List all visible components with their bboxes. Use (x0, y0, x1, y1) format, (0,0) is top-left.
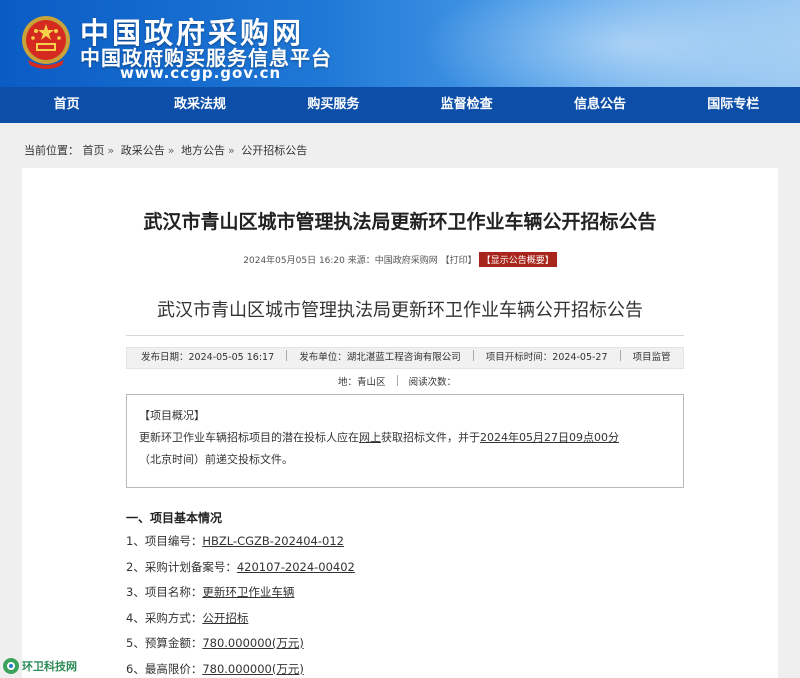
location-label-b: 地： (338, 377, 358, 388)
list-item: 1、项目编号：HBZL-CGZB-202404-012 (126, 533, 355, 559)
summary-online-link: 网上 (359, 431, 381, 444)
notice-datetime: 2024年05月05日 16:20 (243, 256, 345, 266)
nav-item-supervision[interactable]: 监督检查 (400, 87, 533, 123)
breadcrumb-separator: » (227, 144, 235, 157)
item-value: 更新环卫作业车辆 (202, 585, 295, 599)
breadcrumb-home[interactable]: 首页 (83, 144, 105, 157)
open-time-label: 项目开标时间： (485, 352, 553, 363)
item-label: 2、采购计划备案号： (126, 559, 237, 574)
watermark-logo-icon (3, 658, 19, 674)
breadcrumb-current[interactable]: 公开招标公告 (241, 144, 307, 157)
main-nav: 首页 政采法规 购买服务 监督检查 信息公告 国际专栏 (0, 87, 800, 123)
info-bar: 发布日期：2024-05-05 16:17 发布单位：湖北湛蓝工程咨询有限公司 … (126, 347, 684, 369)
item-value: 公开招标 (202, 610, 249, 625)
header-glow (420, 0, 800, 87)
summary-heading: 【项目概况】 (139, 409, 205, 422)
divider (126, 335, 684, 336)
location: 青山区 (357, 377, 386, 388)
breadcrumb-separator: » (167, 144, 175, 157)
info-bar-continued: 地：青山区 阅读次数： (338, 374, 456, 388)
publisher: 湖北湛蓝工程咨询有限公司 (346, 352, 461, 363)
item-label: 6、最高限价： (126, 661, 203, 676)
nav-item-home[interactable]: 首页 (0, 87, 133, 123)
item-label: 1、项目编号： (126, 534, 203, 548)
info-separator (472, 350, 474, 361)
section-heading: 一、项目基本情况 (126, 511, 223, 525)
list-item: 3、项目名称：更新环卫作业车辆 (126, 584, 355, 610)
nav-item-announcements[interactable]: 信息公告 (533, 87, 666, 123)
watermark-text: 环卫科技网 (22, 660, 77, 673)
list-item: 2、采购计划备案号：420107-2024-00402 (126, 559, 355, 585)
item-label: 4、采购方式： (126, 610, 203, 625)
notice-source-label: 来源： (347, 256, 375, 266)
item-value: 780.000000(万元) (202, 636, 304, 650)
notice-sub-title: 武汉市青山区城市管理执法局更新环卫作业车辆公开招标公告 (157, 300, 643, 321)
breadcrumb-notices[interactable]: 政采公告 (121, 144, 165, 157)
notice-title: 武汉市青山区城市管理执法局更新环卫作业车辆公开招标公告 (143, 211, 657, 233)
breadcrumb-label: 当前位置： (24, 144, 79, 157)
location-label-a: 项目监管 (632, 352, 671, 363)
breadcrumb-local[interactable]: 地方公告 (181, 144, 225, 157)
item-label: 3、项目名称： (126, 585, 203, 599)
notice-source: 中国政府采购网 (374, 256, 438, 266)
item-value: 420107-2024-00402 (236, 559, 355, 574)
publish-date: 2024-05-05 16:17 (188, 352, 275, 363)
show-summary-button[interactable]: 【显示公告概要】 (478, 252, 557, 267)
site-header: 中国政府采购网 中国政府购买服务信息平台 www.ccgp.gov.cn (0, 0, 800, 87)
national-emblem-icon (22, 16, 70, 69)
project-summary-box: 【项目概况】 更新环卫作业车辆招标项目的潜在投标人应在网上获取招标文件，并于20… (126, 394, 684, 488)
watermark: 环卫科技网 (2, 656, 77, 676)
print-link[interactable]: 【打印】 (441, 256, 477, 266)
summary-deadline: 2024年05月27日09点00分 (480, 431, 619, 444)
summary-text-e: （北京时间）前递交投标文件。 (139, 453, 293, 466)
open-time: 2024-05-27 (552, 352, 608, 363)
item-value: 780.000000(万元) (202, 661, 304, 676)
list-item: 4、采购方式：公开招标 (126, 610, 355, 636)
breadcrumb: 当前位置： 首页» 政采公告» 地方公告» 公开招标公告 (24, 142, 307, 158)
nav-item-purchase-services[interactable]: 购买服务 (267, 87, 400, 123)
project-basic-info-list: 1、项目编号：HBZL-CGZB-202404-012 2、采购计划备案号：42… (126, 533, 355, 678)
item-value: HBZL-CGZB-202404-012 (202, 534, 344, 548)
site-url: www.ccgp.gov.cn (120, 64, 282, 82)
publisher-label: 发布单位： (299, 352, 347, 363)
summary-text-a: 更新环卫作业车辆招标项目的潜在投标人应在 (139, 431, 359, 444)
list-item: 6、最高限价：780.000000(万元) (126, 661, 355, 678)
info-separator (396, 375, 398, 386)
reads-label: 阅读次数： (408, 377, 457, 388)
notice-meta: 2024年05月05日 16:20 来源：中国政府采购网 【打印】 【显示公告概要… (0, 252, 800, 267)
info-separator (619, 350, 621, 361)
info-separator (286, 350, 288, 361)
summary-text-c: 获取招标文件，并于 (381, 431, 480, 444)
publish-date-label: 发布日期： (141, 352, 189, 363)
nav-item-international[interactable]: 国际专栏 (667, 87, 800, 123)
list-item: 5、预算金额：780.000000(万元) (126, 635, 355, 661)
item-label: 5、预算金额： (126, 636, 203, 650)
nav-item-regulations[interactable]: 政采法规 (133, 87, 266, 123)
breadcrumb-separator: » (107, 144, 115, 157)
summary-text: 更新环卫作业车辆招标项目的潜在投标人应在网上获取招标文件，并于2024年05月2… (139, 427, 671, 449)
